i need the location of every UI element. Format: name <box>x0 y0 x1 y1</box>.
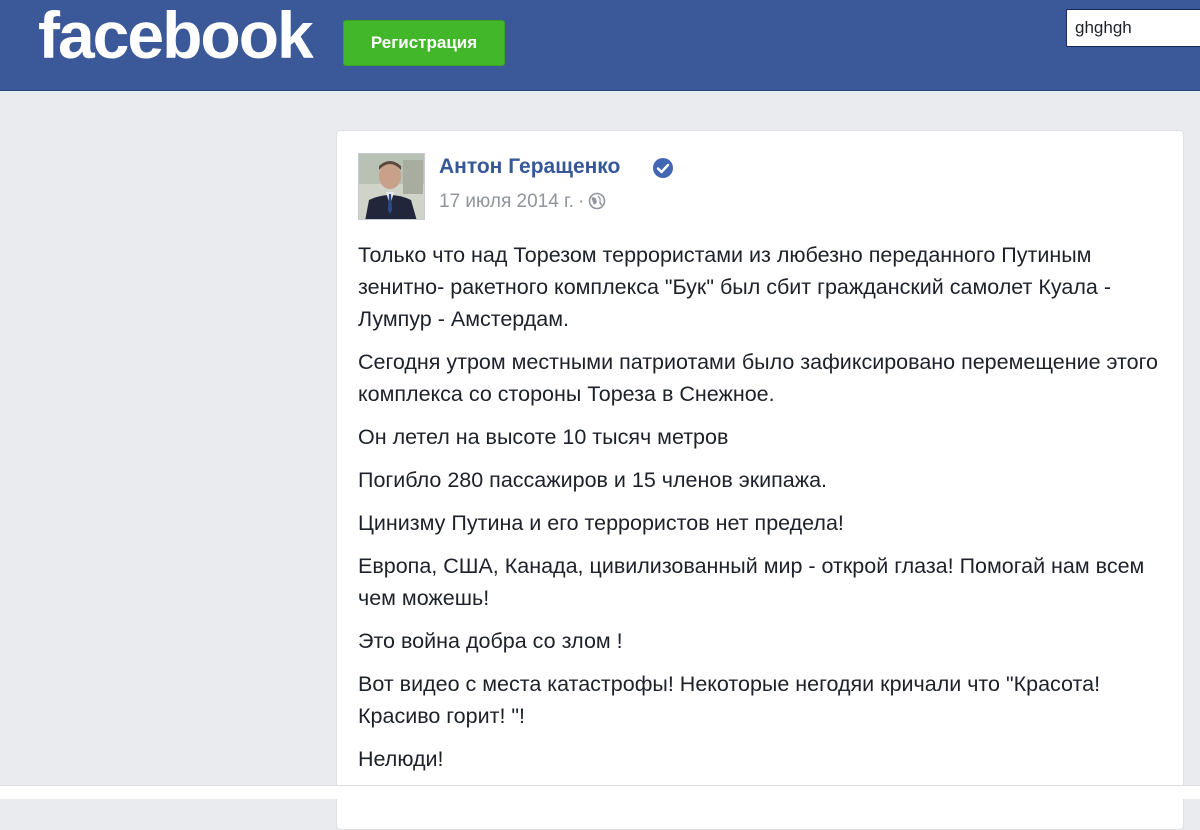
author-name-link[interactable]: Антон Геращенко <box>439 155 620 179</box>
post-paragraph: Это война добра со злом ! <box>358 629 623 653</box>
post-paragraph: Только что над Торезом террористами из л… <box>358 243 1111 331</box>
post-paragraph: Цинизму Путина и его террористов нет пре… <box>358 511 844 535</box>
facebook-logo[interactable]: facebook <box>38 0 314 74</box>
meta-separator: · <box>577 191 585 212</box>
post-paragraph: Европа, США, Канада, цивилизованный мир … <box>358 554 1145 610</box>
post-date-link[interactable]: 17 июля 2014 г. <box>439 191 574 212</box>
search-input[interactable] <box>1066 9 1200 47</box>
author-avatar[interactable] <box>358 153 425 220</box>
post-text: Только что над Торезом террористами из л… <box>358 239 1158 786</box>
post-paragraph: Погибло 280 пассажиров и 15 членов экипа… <box>358 468 828 492</box>
top-navigation-bar: facebook Регистрация <box>0 0 1200 91</box>
register-button[interactable]: Регистрация <box>343 20 505 66</box>
post-paragraph: Он летел на высоте 10 тысяч метров <box>358 425 729 449</box>
avatar-image <box>359 154 424 219</box>
verified-badge-icon <box>653 158 673 178</box>
post-meta: 17 июля 2014 г. · <box>439 191 606 213</box>
post-paragraph: Вот видео с места катастрофы! Некоторые … <box>358 672 1101 728</box>
post-paragraph: Нелюди! <box>358 747 444 771</box>
globe-icon[interactable] <box>588 192 606 210</box>
post-card: Антон Геращенко 17 июля 2014 г. · Только … <box>336 130 1184 830</box>
post-paragraph: Сегодня утром местными патриотами было з… <box>358 350 1158 406</box>
bottom-bar <box>0 785 1200 799</box>
